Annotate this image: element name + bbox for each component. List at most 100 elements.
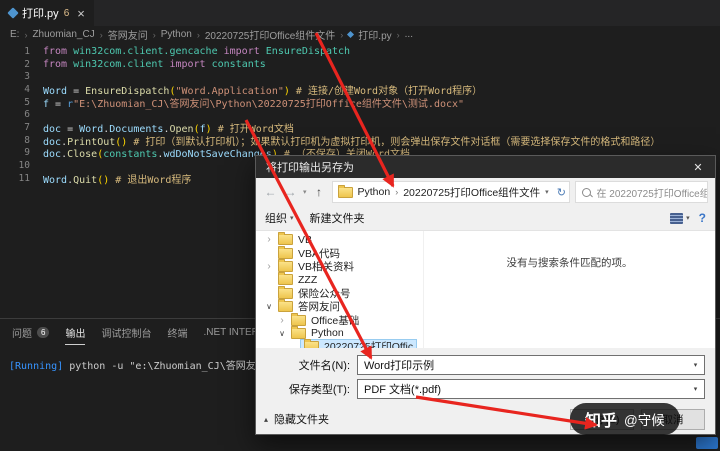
running-prefix: [Running] bbox=[9, 361, 63, 372]
panel-tab-problems[interactable]: 问题6 bbox=[12, 319, 49, 345]
organize-label: 组织 bbox=[265, 210, 287, 226]
dialog-main-area: › VBVBA代码›VB相关资料ZZZ保险公众号∨答网友问›Office基础∨Py… bbox=[256, 231, 715, 348]
search-box[interactable]: 在 20220725打印Office组... bbox=[575, 181, 708, 203]
panel-tab-terminal[interactable]: 终端 bbox=[167, 319, 187, 345]
search-icon bbox=[582, 188, 591, 197]
view-mode-button[interactable]: ▾ bbox=[670, 213, 690, 224]
line-number[interactable]: 1 bbox=[0, 46, 43, 57]
line-number[interactable]: 6 bbox=[0, 109, 43, 120]
line-number[interactable]: 4 bbox=[0, 84, 43, 95]
breadcrumb-item[interactable]: E: bbox=[10, 29, 19, 40]
expander-icon[interactable]: ∨ bbox=[277, 329, 287, 338]
tree-item-label: 20220725打印Offic bbox=[324, 339, 413, 348]
filename-input[interactable]: Word打印示例 ▾ bbox=[357, 355, 705, 375]
tree-item[interactable]: ZZZ bbox=[256, 273, 423, 286]
python-file-icon bbox=[7, 7, 18, 18]
line-number[interactable]: 5 bbox=[0, 97, 43, 108]
address-segments: Python›20220725打印Office组件文件 bbox=[358, 185, 541, 200]
code-line[interactable]: 1from win32com.client.gencache import En… bbox=[0, 45, 720, 58]
breadcrumb-item[interactable]: 答网友问 bbox=[108, 27, 148, 42]
tab-print-py[interactable]: 打印.py 6 × bbox=[0, 0, 94, 26]
breadcrumb-separator-icon: › bbox=[153, 30, 156, 40]
toolbar-right-group: ▾ ? bbox=[670, 211, 706, 225]
panel-tab-label: 调试控制台 bbox=[101, 325, 151, 340]
chevron-down-icon[interactable]: ▾ bbox=[687, 380, 704, 398]
dialog-toolbar: 组织 ▾ 新建文件夹 ▾ ? bbox=[256, 206, 715, 231]
new-folder-button[interactable]: 新建文件夹 bbox=[310, 210, 365, 226]
code-line[interactable]: 2from win32com.client import constants bbox=[0, 58, 720, 71]
tree-item[interactable]: › VB bbox=[256, 233, 423, 246]
tree-item-label: VB bbox=[298, 234, 312, 246]
tab-problems-badge: 6 bbox=[64, 8, 70, 19]
filename-row: 文件名(N): Word打印示例 ▾ bbox=[260, 353, 705, 377]
breadcrumb-item[interactable]: Zhuomian_CJ bbox=[32, 29, 94, 40]
folder-icon bbox=[304, 341, 319, 348]
expander-icon[interactable]: › bbox=[264, 261, 274, 272]
help-icon[interactable]: ? bbox=[699, 211, 706, 225]
code-line[interactable]: 5f = r"E:\Zhuomian_CJ\答网友问\Python\202207… bbox=[0, 96, 720, 109]
panel-tab-debug-console[interactable]: 调试控制台 bbox=[101, 319, 151, 345]
organize-menu[interactable]: 组织 ▾ bbox=[265, 210, 294, 226]
dialog-fields: 文件名(N): Word打印示例 ▾ 保存类型(T): PDF 文档(*.pdf… bbox=[256, 348, 715, 401]
tree-item[interactable]: 保险公众号 bbox=[256, 287, 423, 300]
chevron-down-icon: ▾ bbox=[686, 214, 690, 222]
hide-folders-button[interactable]: ▴ 隐藏文件夹 bbox=[264, 411, 329, 427]
hide-folders-label: 隐藏文件夹 bbox=[274, 411, 329, 427]
breadcrumb-item[interactable]: ... bbox=[405, 29, 413, 40]
savetype-label: 保存类型(T): bbox=[260, 381, 357, 397]
expander-icon[interactable]: › bbox=[264, 234, 274, 245]
tab-close-icon[interactable]: × bbox=[77, 6, 85, 21]
refresh-icon[interactable]: ↻ bbox=[554, 186, 569, 199]
address-dropdown-icon[interactable]: ▾ bbox=[545, 188, 549, 196]
folder-tree: › VBVBA代码›VB相关资料ZZZ保险公众号∨答网友问›Office基础∨Py… bbox=[256, 231, 424, 348]
address-segment[interactable]: 20220725打印Office组件文件 bbox=[403, 185, 540, 200]
tree-item[interactable]: ›VB相关资料 bbox=[256, 260, 423, 273]
dialog-close-icon[interactable]: ✕ bbox=[681, 156, 715, 178]
savetype-select[interactable]: PDF 文档(*.pdf) ▾ bbox=[357, 379, 705, 399]
folder-icon bbox=[278, 234, 293, 245]
folder-icon bbox=[291, 315, 306, 326]
save-as-dialog: 将打印输出另存为 ✕ ← → ▾ ↑ Python›20220725打印Offi… bbox=[255, 155, 716, 435]
line-number[interactable]: 8 bbox=[0, 135, 43, 146]
line-number[interactable]: 2 bbox=[0, 59, 43, 70]
code-text: from win32com.client import constants bbox=[43, 59, 266, 70]
expander-icon[interactable]: ∨ bbox=[264, 302, 274, 311]
back-icon[interactable]: ← bbox=[263, 185, 278, 199]
watermark: 知乎 @守候 bbox=[570, 403, 680, 435]
breadcrumb-separator-icon: › bbox=[100, 30, 103, 40]
folder-icon bbox=[278, 288, 293, 299]
line-number[interactable]: 9 bbox=[0, 147, 43, 158]
tree-item[interactable]: ›Office基础 bbox=[256, 313, 423, 326]
dialog-title-bar[interactable]: 将打印输出另存为 ✕ bbox=[256, 156, 715, 178]
line-number[interactable]: 7 bbox=[0, 122, 43, 133]
breadcrumb-item[interactable]: 打印.py bbox=[358, 27, 391, 42]
line-number[interactable]: 10 bbox=[0, 160, 43, 171]
up-icon[interactable]: ↑ bbox=[312, 185, 327, 199]
folder-icon bbox=[278, 248, 293, 259]
tab-title: 打印.py bbox=[22, 5, 59, 21]
line-number[interactable]: 3 bbox=[0, 71, 43, 82]
problems-count-badge: 6 bbox=[37, 327, 49, 338]
breadcrumb-item[interactable]: 20220725打印Office组件文件 bbox=[205, 27, 335, 42]
address-bar[interactable]: Python›20220725打印Office组件文件 ▾ ↻ bbox=[332, 181, 570, 203]
breadcrumb[interactable]: E:›Zhuomian_CJ›答网友问›Python›20220725打印Off… bbox=[0, 26, 720, 43]
panel-tab-output[interactable]: 输出 bbox=[65, 319, 85, 345]
tree-item[interactable]: VBA代码 bbox=[256, 246, 423, 259]
watermark-username: @守候 bbox=[624, 409, 665, 429]
expander-icon[interactable]: › bbox=[277, 315, 287, 326]
dialog-nav-bar: ← → ▾ ↑ Python›20220725打印Office组件文件 ▾ ↻ … bbox=[256, 178, 715, 206]
savetype-value: PDF 文档(*.pdf) bbox=[364, 381, 441, 397]
empty-message: 没有与搜索条件匹配的项。 bbox=[507, 255, 633, 270]
tree-item[interactable]: ∨Python bbox=[256, 327, 423, 340]
forward-icon[interactable]: → bbox=[283, 185, 298, 199]
recent-locations-icon[interactable]: ▾ bbox=[303, 188, 307, 196]
breadcrumb-item[interactable]: Python bbox=[161, 29, 192, 40]
tree-item[interactable]: ∨答网友问 bbox=[256, 300, 423, 313]
tree-item[interactable]: 20220725打印Offic bbox=[256, 340, 423, 348]
line-number[interactable]: 11 bbox=[0, 173, 43, 184]
chevron-down-icon[interactable]: ▾ bbox=[687, 356, 704, 374]
address-segment[interactable]: Python bbox=[358, 186, 391, 198]
statusbar-fragment[interactable] bbox=[696, 437, 718, 449]
search-placeholder: 在 20220725打印Office组... bbox=[597, 185, 708, 200]
editor-tab-bar: 打印.py 6 × bbox=[0, 0, 720, 26]
